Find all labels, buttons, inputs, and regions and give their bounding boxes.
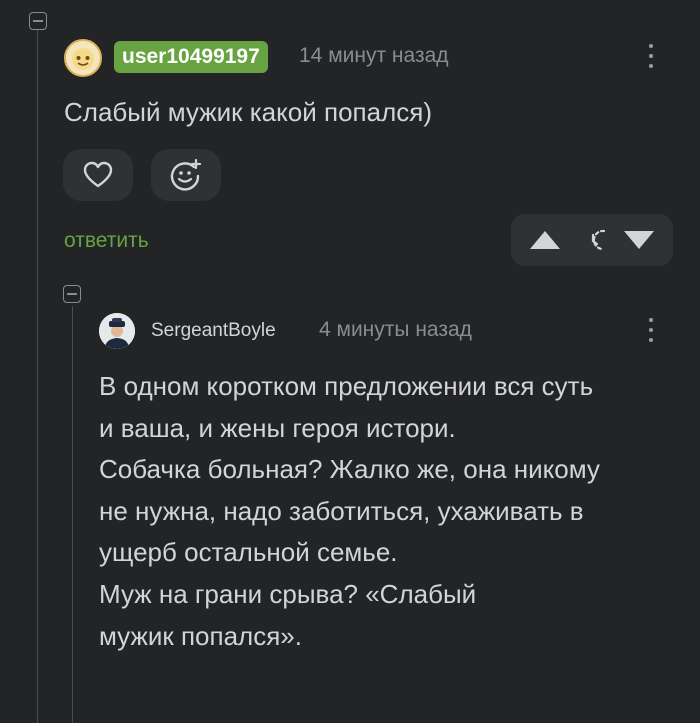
like-button[interactable] <box>63 149 133 201</box>
downvote-button[interactable] <box>624 231 654 249</box>
reply-kebab-menu-icon[interactable] <box>646 316 656 346</box>
add-emoji-icon <box>170 158 202 191</box>
add-reaction-button[interactable] <box>151 149 221 201</box>
kebab-menu-icon[interactable] <box>646 42 656 72</box>
reply-text-line: мужик попался». <box>99 620 302 651</box>
reply-text-line: Муж на грани срыва? «Слабый <box>99 578 477 609</box>
reply-text-line: не нужна, надо заботиться, ухаживать в <box>99 495 584 526</box>
thread-line-reply <box>72 306 73 723</box>
comment-text: Слабый мужик какой попался) <box>64 97 432 127</box>
reply-text-line: ущерб остальной семье. <box>99 537 398 568</box>
reply-text: В одном коротком предложении вся суть и … <box>99 366 600 657</box>
avatar-officer-icon <box>99 313 135 349</box>
reply-avatar[interactable] <box>99 313 135 349</box>
rating-controls <box>511 214 673 266</box>
avatar-face-icon <box>72 48 94 70</box>
reply-link[interactable]: ответить <box>64 229 149 253</box>
heart-icon <box>83 161 113 188</box>
reply-text-line: Собачка больная? Жалко же, она никому <box>99 454 600 485</box>
triangle-up-icon <box>530 231 560 249</box>
reply-text-line: В одном коротком предложении вся суть <box>99 371 594 401</box>
reply-username[interactable]: SergeantBoyle <box>151 320 276 342</box>
avatar[interactable] <box>64 39 102 77</box>
thread-line-root <box>37 30 38 723</box>
triangle-down-icon <box>624 231 654 249</box>
reply-text-line: и ваша, и жены героя истори. <box>99 412 456 443</box>
clock-icon <box>591 229 606 251</box>
collapse-icon[interactable] <box>29 12 47 30</box>
reply-timestamp: 4 минуты назад <box>319 318 472 341</box>
timestamp: 14 минут назад <box>299 44 449 67</box>
collapse-reply-icon[interactable] <box>63 285 81 303</box>
username-badge[interactable]: user10499197 <box>114 41 268 73</box>
upvote-button[interactable] <box>530 231 560 249</box>
